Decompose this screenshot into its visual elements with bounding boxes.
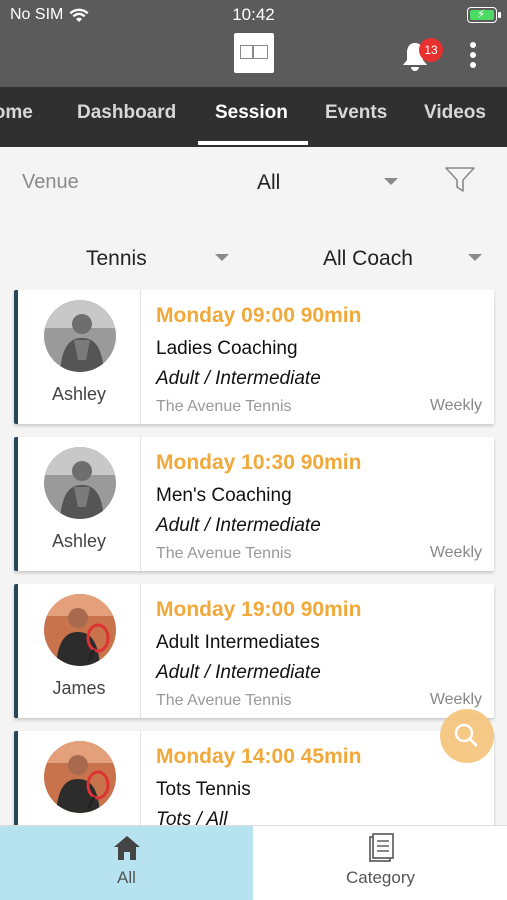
tab-videos[interactable]: Videos: [424, 87, 486, 147]
coach-caret-icon[interactable]: [468, 254, 482, 261]
tab-events[interactable]: Events: [325, 87, 387, 147]
session-venue: The Avenue Tennis: [156, 545, 292, 562]
category-icon: [368, 833, 394, 862]
tab-session[interactable]: Session: [215, 87, 288, 147]
session-level: Adult / Intermediate: [156, 515, 321, 536]
bottom-tab-category-label: Category: [346, 868, 415, 887]
home-icon: [113, 836, 140, 860]
session-frequency: Weekly: [429, 397, 482, 414]
sport-dropdown[interactable]: Tennis: [86, 247, 147, 271]
battery-icon: ⚡: [467, 7, 501, 23]
venue-label: Venue: [22, 171, 79, 193]
session-time: Monday 09:00 90min: [156, 304, 362, 327]
filter-panel: Venue All Tennis All Coach: [0, 147, 507, 287]
active-tab-indicator: [198, 141, 308, 145]
bottom-nav: All Category: [0, 825, 507, 900]
avatar: [44, 741, 116, 813]
venue-caret-icon[interactable]: [384, 178, 398, 185]
more-icon[interactable]: [466, 42, 480, 72]
tab-dashboard[interactable]: Dashboard: [77, 87, 176, 147]
session-venue: The Avenue Tennis: [156, 398, 292, 415]
coach-name: James: [52, 678, 106, 698]
status-time: 10:42: [232, 5, 275, 24]
session-title: Ladies Coaching: [156, 338, 298, 359]
session-frequency: Weekly: [429, 544, 482, 561]
session-venue: The Avenue Tennis: [156, 692, 292, 709]
coach-dropdown[interactable]: All Coach: [323, 247, 413, 271]
tab-home[interactable]: Home: [0, 87, 33, 147]
session-time: Monday 14:00 45min: [156, 745, 362, 768]
status-bar: No SIM 10:42 ⚡: [0, 0, 507, 30]
search-icon: [454, 723, 478, 747]
coach-name: Ashley: [51, 531, 107, 551]
session-title: Men's Coaching: [156, 485, 292, 506]
session-card[interactable]: Ashley Monday 09:00 90min Ladies Coachin…: [14, 290, 494, 424]
app-header: No SIM 10:42 ⚡ 13: [0, 0, 507, 87]
search-fab-button[interactable]: [440, 709, 494, 763]
session-frequency: Weekly: [429, 691, 482, 708]
session-time: Monday 10:30 90min: [156, 451, 362, 474]
avatar: [44, 594, 116, 666]
session-card[interactable]: James Monday 19:00 90min Adult Intermedi…: [14, 584, 494, 718]
bottom-tab-all-label: All: [117, 868, 136, 887]
venue-dropdown[interactable]: All: [257, 171, 280, 195]
notification-badge: 13: [419, 38, 443, 62]
avatar: [44, 447, 116, 519]
app-logo[interactable]: [234, 33, 274, 73]
session-level: Adult / Intermediate: [156, 662, 321, 683]
bottom-tab-category[interactable]: Category: [254, 826, 507, 900]
bottom-tab-all[interactable]: All: [0, 826, 253, 900]
session-title: Adult Intermediates: [156, 632, 320, 653]
coach-name: Ashley: [51, 384, 107, 404]
session-title: Tots Tennis: [156, 779, 251, 800]
avatar: [44, 300, 116, 372]
session-time: Monday 19:00 90min: [156, 598, 362, 621]
sport-caret-icon[interactable]: [215, 254, 229, 261]
session-level: Adult / Intermediate: [156, 368, 321, 389]
filter-icon[interactable]: [444, 165, 476, 195]
session-card[interactable]: Ashley Monday 10:30 90min Men's Coaching…: [14, 437, 494, 571]
top-tabs: Home Dashboard Session Events Videos: [0, 87, 507, 147]
